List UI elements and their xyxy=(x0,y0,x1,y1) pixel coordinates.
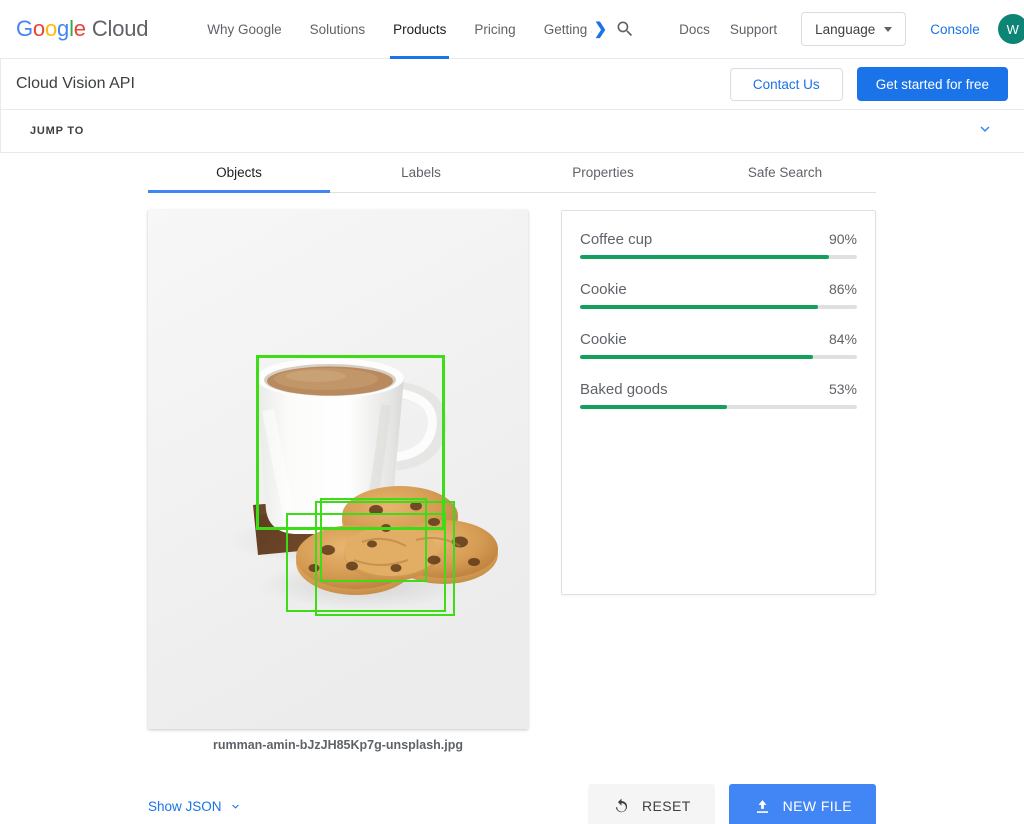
new-file-label: NEW FILE xyxy=(782,798,852,814)
chevron-down-icon[interactable] xyxy=(976,120,994,143)
nav-item-products[interactable]: Products xyxy=(379,0,460,59)
tab-properties[interactable]: Properties xyxy=(512,153,694,192)
logo-cloud-word: Cloud xyxy=(91,16,149,41)
nav-item-getting-started[interactable]: Getting S xyxy=(530,0,592,59)
result-item: Cookie 86% xyxy=(580,281,857,309)
nav-overflow-chevron-right-icon[interactable]: ❯ xyxy=(594,19,607,39)
result-progress-track xyxy=(580,255,857,259)
analyzed-image[interactable] xyxy=(148,210,528,729)
result-progress-bar xyxy=(580,405,727,409)
reset-label: RESET xyxy=(641,798,691,814)
result-progress-bar xyxy=(580,355,813,359)
result-progress-track xyxy=(580,355,857,359)
nav-item-solutions[interactable]: Solutions xyxy=(296,0,380,59)
tab-labels[interactable]: Labels xyxy=(330,153,512,192)
search-icon[interactable] xyxy=(607,11,643,47)
top-navigation-bar: Google Cloud Why Google Solutions Product… xyxy=(0,0,1024,59)
tab-label: Safe Search xyxy=(747,165,823,180)
result-percent: 53% xyxy=(828,381,857,397)
bounding-box-baked-goods xyxy=(315,501,456,616)
show-json-toggle[interactable]: Show JSON xyxy=(148,799,242,814)
jump-to-label: JUMP TO xyxy=(30,125,85,137)
objects-result-card: Coffee cup 90% Cookie 86% Cookie 84% Bak… xyxy=(561,210,876,595)
image-column: rumman-amin-bJzJH85Kp7g-unsplash.jpg xyxy=(148,210,528,752)
result-label: Cookie xyxy=(580,281,627,298)
tab-safe-search[interactable]: Safe Search xyxy=(694,153,876,192)
nav-item-pricing[interactable]: Pricing xyxy=(460,0,529,59)
contact-us-button[interactable]: Contact Us xyxy=(729,67,843,101)
reset-button[interactable]: RESET xyxy=(587,784,715,824)
chevron-down-icon xyxy=(884,26,893,32)
page-root: Google Cloud Why Google Solutions Product… xyxy=(0,0,1024,824)
result-percent: 90% xyxy=(828,231,857,247)
nav-label: Solutions xyxy=(309,21,366,37)
nav-label: Products xyxy=(393,21,447,37)
tab-label: Labels xyxy=(401,165,441,180)
avatar[interactable]: W xyxy=(997,14,1024,44)
main-nav-links: Why Google Solutions Products Pricing Ge… xyxy=(193,0,607,59)
new-file-button[interactable]: NEW FILE xyxy=(728,784,876,824)
result-progress-track xyxy=(580,305,857,309)
result-label: Coffee cup xyxy=(580,231,653,248)
demo-bottom-bar: Show JSON RESET NEW FILE xyxy=(0,784,1024,824)
vision-demo-section: Objects Labels Properties Safe Search ru… xyxy=(0,153,1024,824)
result-item: Coffee cup 90% xyxy=(580,231,857,259)
language-selector-label: Language xyxy=(815,21,876,37)
nav-item-why-google[interactable]: Why Google xyxy=(193,0,295,59)
top-nav-right-group: Docs Support Language Console W xyxy=(607,11,1024,47)
page-title: Cloud Vision API xyxy=(16,75,135,92)
result-item: Baked goods 53% xyxy=(580,381,857,409)
product-header-actions: Contact Us Get started for free xyxy=(729,67,1008,101)
result-item: Cookie 84% xyxy=(580,331,857,359)
product-header-bar: Cloud Vision API Contact Us Get started … xyxy=(0,59,1024,110)
language-selector[interactable]: Language xyxy=(801,12,907,46)
upload-icon xyxy=(756,799,768,813)
chevron-down-icon xyxy=(231,804,239,809)
nav-item-docs[interactable]: Docs xyxy=(669,22,720,37)
demo-content: rumman-amin-bJzJH85Kp7g-unsplash.jpg Cof… xyxy=(0,210,1024,752)
result-percent: 84% xyxy=(828,331,857,347)
demo-tabs: Objects Labels Properties Safe Search xyxy=(148,153,876,193)
jump-to-bar[interactable]: JUMP TO xyxy=(0,110,1024,153)
result-label: Baked goods xyxy=(580,381,668,398)
tab-objects[interactable]: Objects xyxy=(148,153,330,193)
nav-label: Pricing xyxy=(474,21,516,37)
tab-label: Objects xyxy=(216,165,262,180)
result-percent: 86% xyxy=(828,281,857,297)
nav-label: Why Google xyxy=(207,21,282,37)
console-link[interactable]: Console xyxy=(918,22,992,37)
result-label: Cookie xyxy=(580,331,627,348)
result-progress-bar xyxy=(580,255,830,259)
show-json-label: Show JSON xyxy=(148,798,222,814)
get-started-button[interactable]: Get started for free xyxy=(856,67,1008,101)
result-progress-track xyxy=(580,405,857,409)
nav-label: Getting S xyxy=(543,21,592,37)
results-column: Coffee cup 90% Cookie 86% Cookie 84% Bak… xyxy=(561,210,876,752)
google-cloud-logo[interactable]: Google Cloud xyxy=(16,16,148,42)
nav-item-support[interactable]: Support xyxy=(720,22,787,37)
result-progress-bar xyxy=(580,305,819,309)
image-filename: rumman-amin-bJzJH85Kp7g-unsplash.jpg xyxy=(212,738,464,752)
demo-action-buttons: RESET NEW FILE xyxy=(587,784,876,824)
tab-label: Properties xyxy=(572,165,634,180)
refresh-icon xyxy=(615,798,628,812)
